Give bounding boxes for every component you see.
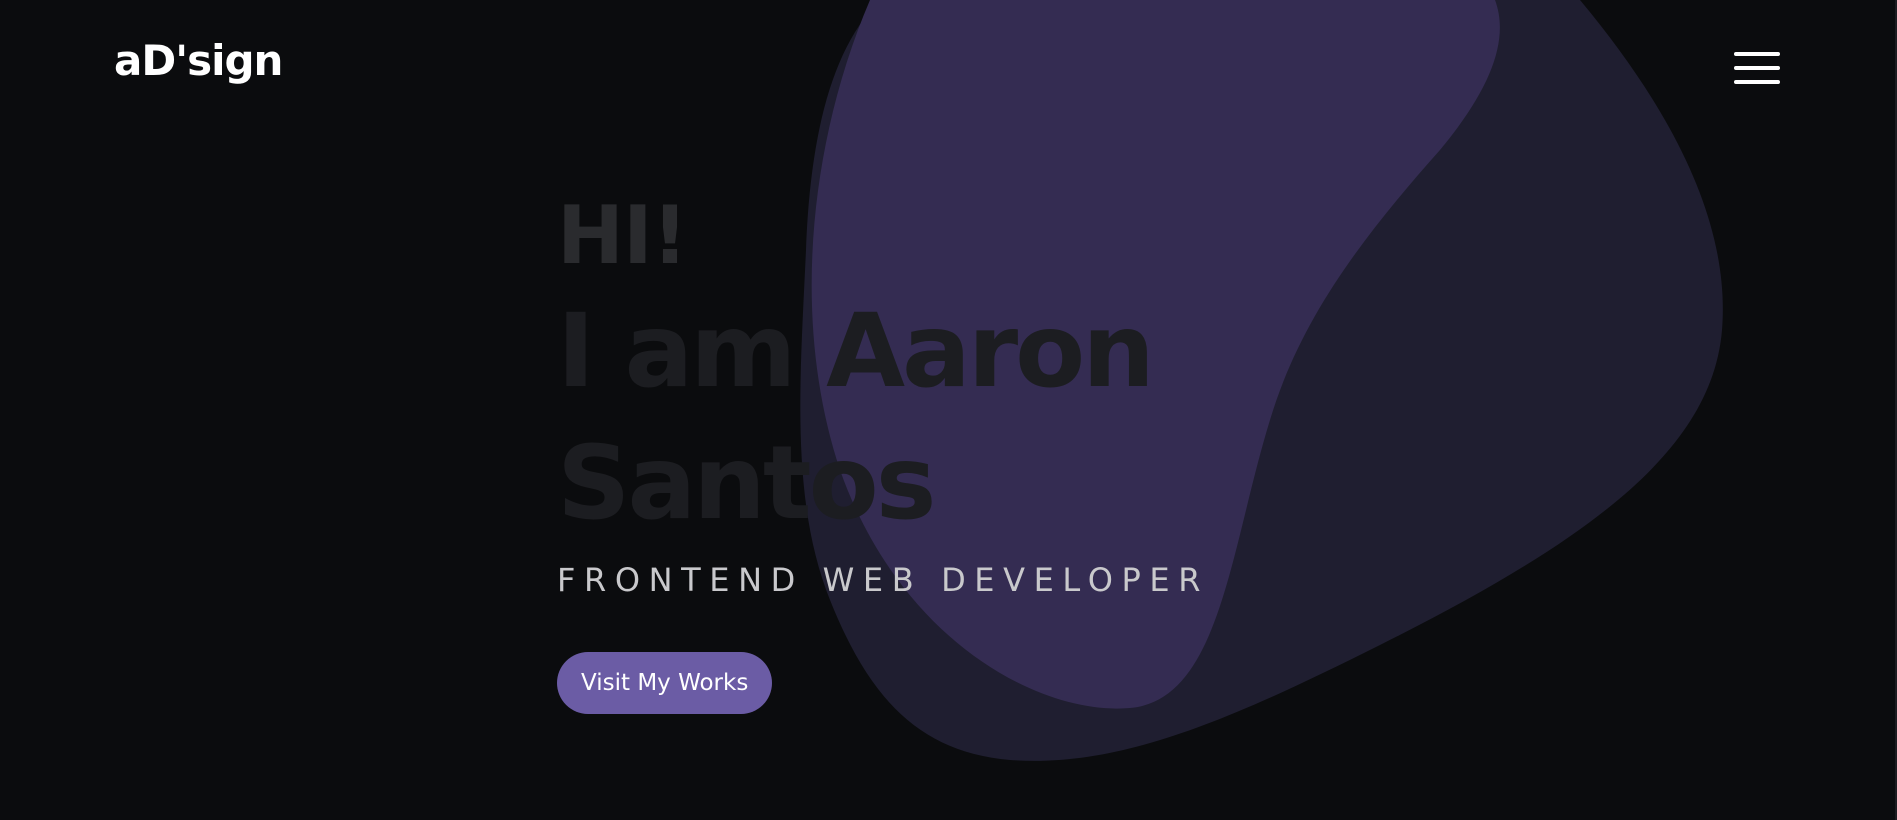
menu-bar-middle	[1734, 66, 1780, 70]
page: aD'sign HI! I am Aaron Santos FRONTEND W…	[0, 0, 1897, 820]
hero-greeting: HI!	[557, 189, 688, 282]
hamburger-menu-icon[interactable]	[1734, 52, 1780, 88]
visit-my-works-button[interactable]: Visit My Works	[557, 652, 773, 714]
hero-name: I am Aaron Santos	[557, 292, 1155, 543]
site-logo[interactable]: aD'sign	[114, 40, 283, 82]
hero-role: FRONTEND WEB DEVELOPER	[557, 561, 1210, 599]
hero-section: HI! I am Aaron Santos FRONTEND WEB DEVEL…	[557, 190, 1209, 714]
menu-bar-top	[1734, 52, 1780, 56]
menu-bar-bottom	[1734, 80, 1780, 84]
